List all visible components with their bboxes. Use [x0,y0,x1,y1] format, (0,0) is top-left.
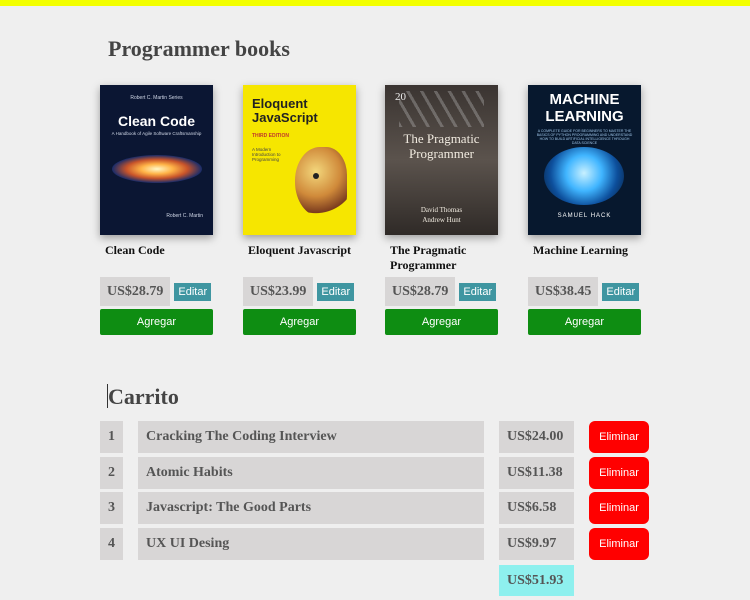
book-card: MACHINE LEARNING A COMPLETE GUIDE FOR BE… [528,85,641,335]
book-title: Clean Code [105,243,165,257]
cover-author: Andrew Hunt [422,216,461,224]
cover-author: Robert C. Martin [166,213,203,219]
add-to-cart-button[interactable]: Agregar [528,309,641,335]
cover-authors: David Thomas Andrew Hunt [385,205,498,225]
book-card: Eloquent JavaScript THIRD EDITION A Mode… [243,85,356,335]
cart-row: 4 UX UI Desing US$9.97 Eliminar [100,528,660,560]
cart-row: 3 Javascript: The Good Parts US$6.58 Eli… [100,492,660,524]
cover-subtitle: A COMPLETE GUIDE FOR BEGINNERS TO MASTER… [536,129,633,145]
bird-illustration [295,147,347,217]
remove-item-button[interactable]: Eliminar [589,421,649,453]
cover-title: Eloquent JavaScript [252,96,318,125]
book-card: Robert C. Martin Series Clean Code A Han… [100,85,213,335]
add-to-cart-button[interactable]: Agregar [385,309,498,335]
cart-item-index: 1 [100,421,123,453]
cart-item-price: US$24.00 [499,421,574,453]
book-title: Machine Learning [533,243,628,257]
book-title: The Pragmatic Programmer [390,243,467,272]
book-cover-machine-learning: MACHINE LEARNING A COMPLETE GUIDE FOR BE… [528,85,641,235]
cover-title: Clean Code [117,113,195,129]
book-price: US$28.79 [385,277,456,306]
cart-section-title: Carrito [108,384,179,409]
remove-item-button[interactable]: Eliminar [589,457,649,489]
book-title: Eloquent Javascript [248,243,352,257]
book-price: US$28.79 [100,277,171,306]
cover-subtitle: A Modern Introduction to Programming [252,147,281,162]
cart-item-index: 3 [100,492,123,524]
cart-item-index: 4 [100,528,123,560]
books-section-title: Programmer books [108,36,290,61]
brain-illustration [544,147,624,205]
cart-item-name: Cracking The Coding Interview [138,421,484,453]
bird-eye [313,173,319,179]
galaxy-image [112,155,202,183]
book-price: US$23.99 [243,277,314,306]
top-accent-bar [0,0,750,6]
cover-author: SAMUEL HACK [557,213,612,219]
cart-row: 2 Atomic Habits US$11.38 Eliminar [100,457,660,489]
book-price: US$38.45 [528,277,599,306]
remove-item-button[interactable]: Eliminar [589,528,649,560]
edit-button[interactable]: Editar [459,282,497,301]
cart-total: US$51.93 [499,565,574,596]
cover-series: Robert C. Martin Series [130,95,183,101]
book-cover-clean-code: Robert C. Martin Series Clean Code A Han… [100,85,213,235]
edit-button[interactable]: Editar [602,282,640,301]
cart-item-price: US$9.97 [499,528,574,560]
book-cover-eloquent-javascript: Eloquent JavaScript THIRD EDITION A Mode… [243,85,356,235]
cart-item-name: Javascript: The Good Parts [138,492,484,524]
tools-illustration [399,91,484,127]
edit-button[interactable]: Editar [317,282,355,301]
cover-title: The Pragmatic Programmer [403,131,480,161]
cart-item-name: Atomic Habits [138,457,484,489]
cover-author: David Thomas [420,206,463,214]
remove-item-button[interactable]: Eliminar [589,492,649,524]
cover-anniversary: 20 [395,91,406,103]
cart-item-name: UX UI Desing [138,528,484,560]
cart-item-price: US$11.38 [499,457,574,489]
cover-edition: THIRD EDITION [252,133,289,139]
cart-item-price: US$6.58 [499,492,574,524]
cover-subtitle: A Handbook of Agile Software Craftsmansh… [111,131,202,136]
edit-button[interactable]: Editar [174,282,212,301]
add-to-cart-button[interactable]: Agregar [100,309,213,335]
cart-row: 1 Cracking The Coding Interview US$24.00… [100,421,660,453]
book-card: 20 The Pragmatic Programmer David Thomas… [385,85,498,335]
cart-item-index: 2 [100,457,123,489]
book-cover-pragmatic-programmer: 20 The Pragmatic Programmer David Thomas… [385,85,498,235]
add-to-cart-button[interactable]: Agregar [243,309,356,335]
cover-title: MACHINE LEARNING [545,91,624,125]
